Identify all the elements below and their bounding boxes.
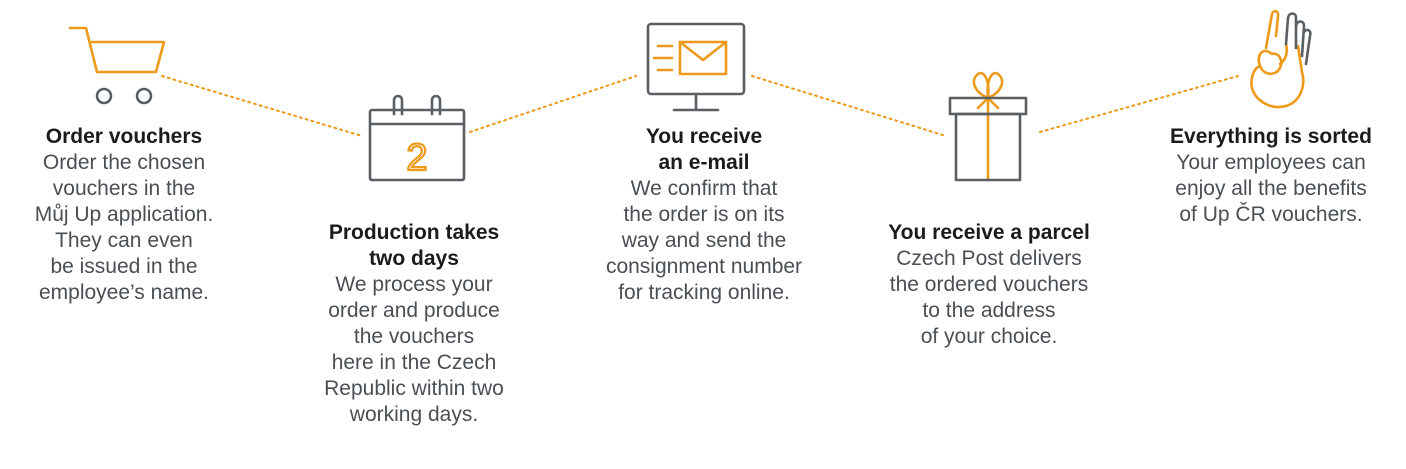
step-description-line: here in the Czech <box>331 351 497 374</box>
step-description-line: be issued in the <box>50 255 198 278</box>
shopping-cart-icon <box>68 26 166 105</box>
step-description-line: working days. <box>349 403 479 426</box>
step-title-line: Order vouchers <box>45 125 203 148</box>
calendar-day: 2 <box>406 137 427 179</box>
step-description-line: We process your <box>335 273 493 296</box>
step-description-line: Czech Post delivers <box>896 247 1082 270</box>
step-description-line: enjoy all the benefits <box>1175 177 1367 200</box>
step-description: Your employees can enjoy all the benefit… <box>1140 150 1402 228</box>
step-receive-parcel: You receive a parcel Czech Post delivers… <box>856 220 1122 350</box>
step-description-line: the ordered vouchers <box>889 273 1089 296</box>
step-title-line: You receive a parcel <box>888 221 1090 244</box>
step-everything-sorted: Everything is sorted Your employees can … <box>1140 124 1402 228</box>
step-description-line: Můj Up application. <box>34 203 214 226</box>
step-description-line: We confirm that <box>630 177 778 200</box>
step-title-line: Production takes <box>328 221 500 244</box>
step-description-line: employee’s name. <box>38 281 210 304</box>
step-description-line: way and send the <box>621 229 787 252</box>
step-title: Order vouchers <box>0 124 248 150</box>
step-production: Production takes two days We process you… <box>288 220 540 428</box>
step-order-vouchers: Order vouchers Order the chosen vouchers… <box>0 124 248 306</box>
step-description-line: to the address <box>922 299 1056 322</box>
ok-hand-icon <box>1250 9 1312 109</box>
step-description-line: vouchers in the <box>52 177 196 200</box>
step-description: We confirm that the order is on its way … <box>566 176 842 306</box>
step-title: You receive a parcel <box>856 220 1122 246</box>
step-description-line: Republic within two <box>324 377 504 400</box>
email-monitor-icon <box>646 22 746 112</box>
step-description-line: the order is on its <box>623 203 785 226</box>
step-title-line: an e-mail <box>658 151 750 174</box>
step-receive-email: You receive an e-mail We confirm that th… <box>566 124 842 306</box>
step-description-line: of Up ČR vouchers. <box>1179 203 1363 226</box>
gift-box-icon <box>948 71 1028 182</box>
step-description: Order the chosen vouchers in the Můj Up … <box>0 150 248 306</box>
step-title-line: two days <box>369 247 459 270</box>
step-title: You receive an e-mail <box>566 124 842 176</box>
step-description-line: consignment number <box>605 255 803 278</box>
step-title: Production takes two days <box>288 220 540 272</box>
step-title-line: You receive <box>645 125 763 148</box>
step-description-line: Your employees can <box>1176 151 1366 174</box>
step-description-line: for tracking online. <box>618 281 790 304</box>
step-description-line: order and produce <box>328 299 500 322</box>
step-description-line: the vouchers <box>353 325 475 348</box>
step-description: Czech Post delivers the ordered vouchers… <box>856 246 1122 350</box>
step-description-line: Order the chosen <box>42 151 206 174</box>
step-description: We process your order and produce the vo… <box>288 272 540 428</box>
step-title-line: Everything is sorted <box>1170 125 1372 148</box>
step-description-line: They can even <box>55 229 193 252</box>
step-description-line: of your choice. <box>920 325 1058 348</box>
calendar-icon: 2 <box>368 94 466 182</box>
step-title: Everything is sorted <box>1140 124 1402 150</box>
